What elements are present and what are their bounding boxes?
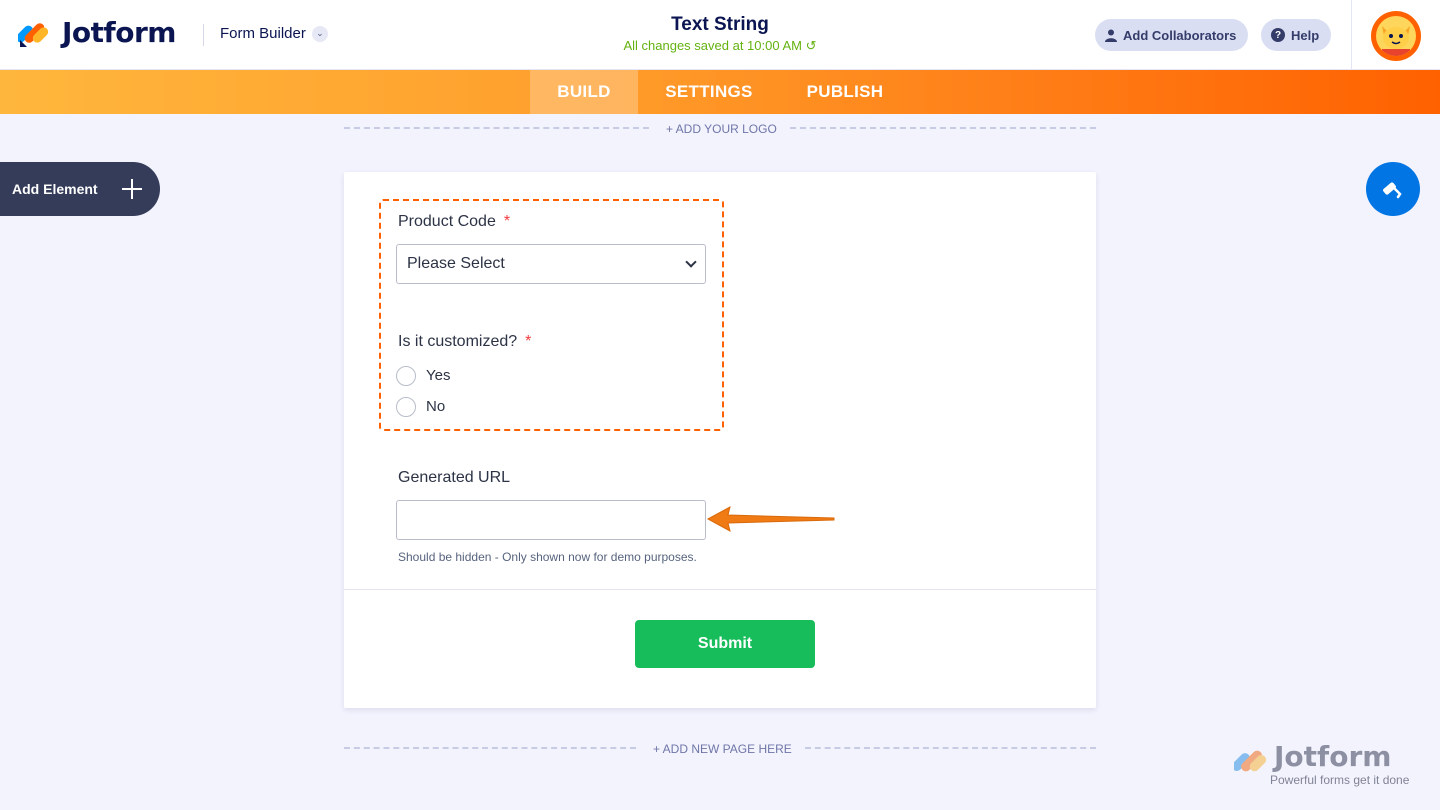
watermark-tagline: Powerful forms get it done [1270,773,1410,787]
user-icon [1105,29,1117,42]
chevron-down-icon [685,256,697,268]
watermark-brand: Jotform [1274,740,1392,773]
product-code-select[interactable]: Please Select [396,244,706,284]
generated-url-label: Generated URL [398,469,511,486]
jotform-watermark: Jotform Powerful forms get it done [1231,740,1409,787]
tab-publish[interactable]: PUBLISH [794,70,896,114]
required-asterisk: * [503,213,511,230]
top-header: Jotform Form Builder ⌄ Text String All c… [0,0,1440,70]
product-code-value: Please Select [407,255,505,272]
page-dashed-line-right [805,747,1096,749]
form-designer-button[interactable] [1366,162,1420,216]
avatar-icon [1376,16,1416,56]
paint-roller-icon [1383,182,1402,199]
product-code-text: Product Code [398,213,496,230]
undo-icon[interactable]: ↺ [806,38,817,53]
help-button[interactable]: ? Help [1261,19,1332,51]
radio-no-label[interactable]: No [426,398,445,415]
logo-dashed-line-right [790,127,1096,129]
required-asterisk: * [525,333,532,350]
generated-url-sublabel: Should be hidden - Only shown now for de… [398,550,697,564]
jotform-logo-icon [1231,750,1267,772]
radio-yes[interactable] [396,366,416,386]
help-label: Help [1291,27,1320,43]
avatar[interactable] [1371,11,1421,61]
submit-button[interactable]: Submit [635,620,815,668]
radio-yes-label[interactable]: Yes [426,367,450,384]
add-collaborators-button[interactable]: Add Collaborators [1095,19,1249,51]
customized-label: Is it customized? * [398,333,531,351]
logo-dashed-line-left [344,127,649,129]
main-nav: BUILD SETTINGS PUBLISH [0,70,1440,114]
radio-no[interactable] [396,397,416,417]
add-logo-link[interactable]: + ADD YOUR LOGO [666,122,777,136]
save-status-text: All changes saved at 10:00 AM [623,38,802,53]
header-divider-right [1351,0,1352,70]
tab-build[interactable]: BUILD [530,70,638,114]
add-collaborators-label: Add Collaborators [1123,27,1237,43]
add-element-button[interactable]: Add Element [0,162,160,216]
tab-settings[interactable]: SETTINGS [652,70,766,114]
arrow-left-icon [706,506,835,532]
plus-icon [122,179,142,199]
add-element-label: Add Element [12,181,98,197]
add-page-link[interactable]: + ADD NEW PAGE HERE [653,742,792,756]
page-dashed-line-left [344,747,636,749]
help-icon: ? [1271,28,1285,42]
form-card: Product Code * Please Select Is it custom… [344,172,1096,708]
selected-field-group[interactable] [379,199,724,431]
submit-divider [344,589,1096,590]
product-code-label: Product Code * [398,213,510,231]
customized-text: Is it customized? [398,333,518,350]
generated-url-input[interactable] [396,500,706,540]
